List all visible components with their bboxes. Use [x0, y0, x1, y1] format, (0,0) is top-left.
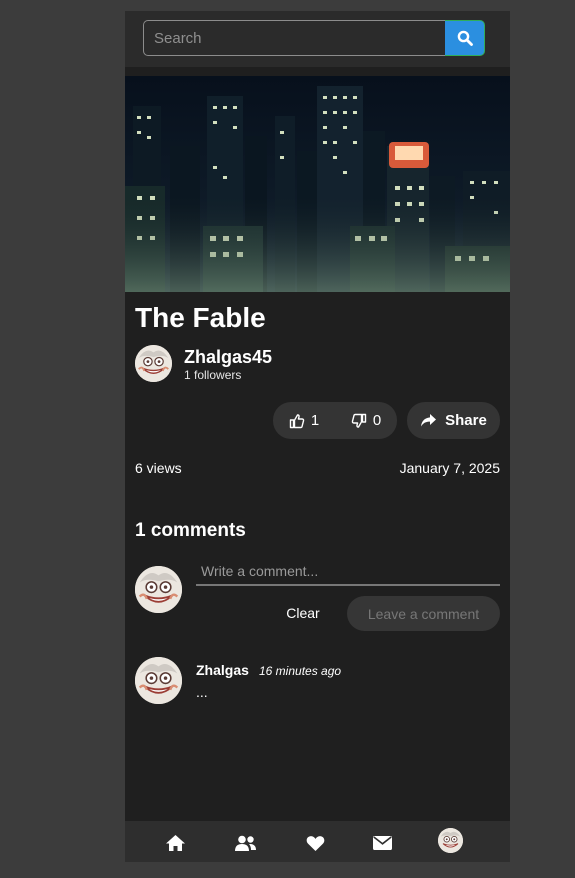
clear-button[interactable]: Clear — [274, 596, 332, 630]
vote-group: 1 0 — [273, 402, 397, 439]
comment-author-avatar[interactable] — [135, 657, 182, 704]
nav-messages[interactable] — [370, 831, 394, 855]
envelope-icon — [372, 836, 392, 850]
author-avatar[interactable] — [135, 345, 172, 382]
like-button[interactable]: 1 — [273, 402, 335, 439]
comment-timestamp: 16 minutes ago — [259, 664, 342, 678]
current-user-avatar — [135, 566, 182, 613]
post-date: January 7, 2025 — [399, 460, 500, 476]
nav-home[interactable] — [163, 831, 187, 855]
comment-author[interactable]: Zhalgas — [196, 662, 249, 678]
app-container: The Fable Zhalgas45 1 followers 1 — [125, 11, 510, 862]
comment-text: ... — [196, 684, 208, 700]
like-count: 1 — [310, 412, 320, 429]
dislike-count: 0 — [372, 412, 382, 429]
avatar-image — [135, 566, 182, 613]
share-button[interactable]: Share — [407, 402, 500, 439]
comment-input[interactable] — [196, 558, 500, 586]
heart-icon — [306, 835, 324, 851]
dislike-button[interactable]: 0 — [335, 402, 397, 439]
share-icon — [421, 414, 437, 427]
nav-favorites[interactable] — [303, 831, 327, 855]
leave-comment-button[interactable]: Leave a comment — [347, 596, 500, 631]
thumbs-up-icon — [289, 413, 305, 428]
nav-profile-avatar[interactable] — [438, 828, 463, 853]
avatar-image — [438, 828, 463, 853]
bottom-navigation — [125, 821, 510, 862]
share-label: Share — [445, 412, 487, 429]
search-icon — [457, 30, 473, 46]
follower-count: 1 followers — [184, 368, 242, 382]
nav-users[interactable] — [233, 831, 257, 855]
home-icon — [165, 835, 185, 851]
search-header — [125, 11, 510, 67]
thumbs-down-icon — [351, 413, 367, 428]
author-name[interactable]: Zhalgas45 — [184, 347, 272, 368]
post-cover-image — [125, 76, 510, 292]
avatar-image — [135, 345, 172, 382]
search-button[interactable] — [445, 20, 485, 56]
users-icon — [234, 835, 256, 851]
post-title: The Fable — [135, 302, 266, 333]
search-input[interactable] — [143, 20, 445, 56]
view-count: 6 views — [135, 460, 182, 476]
avatar-image — [135, 657, 182, 704]
comments-heading: 1 comments — [135, 520, 246, 541]
